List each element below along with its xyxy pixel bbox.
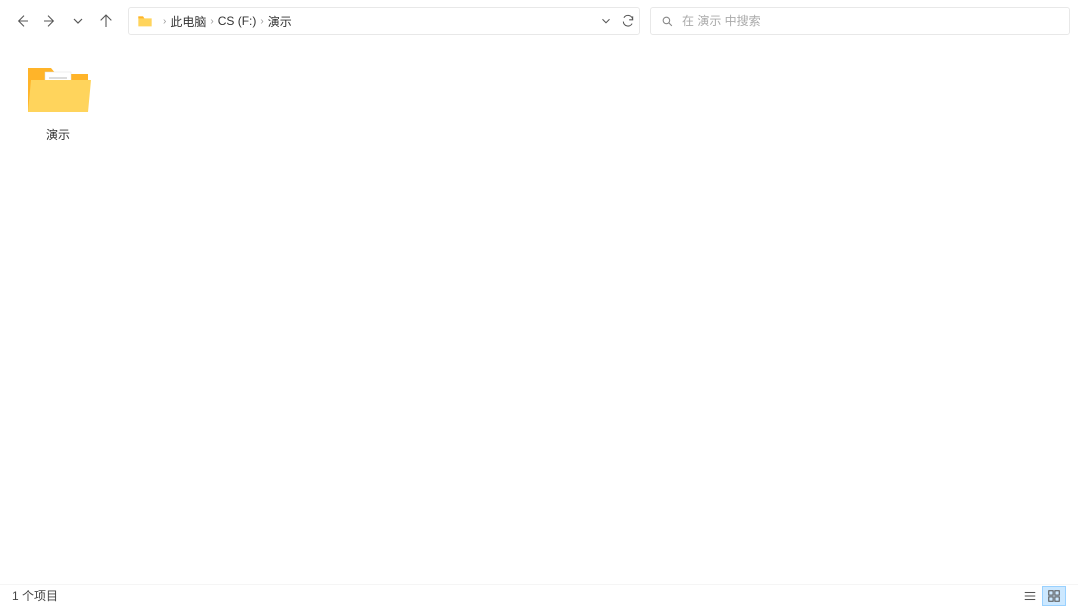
arrow-left-icon	[14, 13, 30, 29]
refresh-icon[interactable]	[621, 14, 635, 28]
chevron-right-icon: ›	[210, 16, 213, 27]
details-view-icon	[1023, 589, 1037, 603]
folder-icon	[137, 13, 153, 29]
search-icon	[661, 15, 674, 28]
view-toggles	[1018, 586, 1066, 606]
breadcrumb-item-folder[interactable]: 演示	[268, 13, 292, 30]
status-bar: 1 个项目	[0, 584, 1078, 606]
recent-dropdown-button[interactable]	[64, 7, 92, 35]
address-bar[interactable]: › 此电脑 › CS (F:) › 演示	[128, 7, 640, 35]
back-button[interactable]	[8, 7, 36, 35]
folder-with-document-icon	[23, 58, 93, 118]
toolbar: › 此电脑 › CS (F:) › 演示	[0, 0, 1078, 42]
address-end-controls	[599, 14, 635, 28]
nav-buttons	[8, 7, 120, 35]
forward-button[interactable]	[36, 7, 64, 35]
large-icons-view-button[interactable]	[1042, 586, 1066, 606]
search-input[interactable]	[682, 14, 1059, 28]
breadcrumb-item-drive[interactable]: CS (F:)	[218, 14, 257, 28]
breadcrumb: › 此电脑 › CS (F:) › 演示	[159, 13, 599, 30]
content-area[interactable]: 演示	[0, 42, 1078, 584]
arrow-right-icon	[42, 13, 58, 29]
folder-item[interactable]: 演示	[8, 54, 108, 147]
chevron-down-icon[interactable]	[599, 14, 613, 28]
breadcrumb-item-pc[interactable]: 此电脑	[170, 13, 206, 30]
up-button[interactable]	[92, 7, 120, 35]
folder-label: 演示	[46, 126, 70, 143]
arrow-up-icon	[98, 13, 114, 29]
chevron-right-icon: ›	[163, 16, 166, 27]
chevron-down-icon	[70, 13, 86, 29]
chevron-right-icon: ›	[260, 16, 263, 27]
details-view-button[interactable]	[1018, 586, 1042, 606]
large-icons-view-icon	[1047, 589, 1061, 603]
search-bar[interactable]	[650, 7, 1070, 35]
status-count: 1 个项目	[12, 587, 1018, 604]
